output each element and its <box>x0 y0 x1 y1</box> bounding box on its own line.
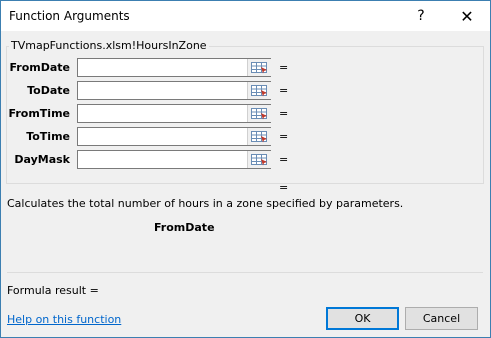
cancel-button[interactable]: Cancel <box>405 307 478 330</box>
close-icon[interactable]: ✕ <box>444 1 490 31</box>
range-select-icon <box>250 153 267 165</box>
todate-input[interactable] <box>77 81 271 100</box>
arg-equals: = <box>279 84 289 97</box>
formula-result: Formula result = <box>7 284 99 297</box>
arg-equals: = <box>279 130 289 143</box>
arg-equals: = <box>279 61 289 74</box>
collapse-dialog-button[interactable] <box>247 82 271 99</box>
range-select-icon <box>250 84 267 96</box>
current-argument-name: FromDate <box>154 221 215 234</box>
arg-row-todate: ToDate = <box>0 81 491 102</box>
fromtime-input[interactable] <box>77 104 271 123</box>
title-bar: Function Arguments ? ✕ <box>1 1 490 31</box>
range-select-icon <box>250 130 267 142</box>
range-select-icon <box>250 107 267 119</box>
arg-equals: = <box>279 107 289 120</box>
arg-row-fromdate: FromDate = <box>0 58 491 79</box>
arg-row-fromtime: FromTime = <box>0 104 491 125</box>
arg-row-daymask: DayMask = <box>0 150 491 171</box>
collapse-dialog-button[interactable] <box>247 59 271 76</box>
function-result-equals: = <box>279 181 289 194</box>
help-on-function-link[interactable]: Help on this function <box>7 313 121 326</box>
arg-label: FromDate <box>9 61 70 74</box>
arg-label: ToTime <box>26 130 70 143</box>
ok-button[interactable]: OK <box>326 307 399 330</box>
daymask-input[interactable] <box>77 150 271 169</box>
function-name: TVmapFunctions.xlsm!HoursInZone <box>9 39 209 52</box>
fromdate-input[interactable] <box>77 58 271 77</box>
totime-input[interactable] <box>77 127 271 146</box>
range-select-icon <box>250 61 267 73</box>
collapse-dialog-button[interactable] <box>247 151 271 168</box>
arg-equals: = <box>279 153 289 166</box>
collapse-dialog-button[interactable] <box>247 128 271 145</box>
divider <box>7 272 483 273</box>
function-description: Calculates the total number of hours in … <box>7 197 404 210</box>
collapse-dialog-button[interactable] <box>247 105 271 122</box>
arg-label: ToDate <box>27 84 70 97</box>
arg-label: DayMask <box>14 153 70 166</box>
help-icon[interactable]: ? <box>398 1 444 31</box>
arg-label: FromTime <box>8 107 70 120</box>
window-title: Function Arguments <box>9 9 130 23</box>
arg-row-totime: ToTime = <box>0 127 491 148</box>
